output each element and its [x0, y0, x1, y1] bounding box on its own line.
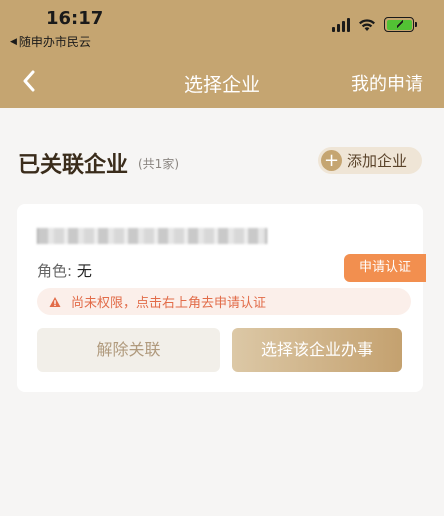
warning-icon	[49, 296, 61, 307]
add-company-button[interactable]: + 添加企业	[318, 147, 422, 174]
status-time: 16:17	[46, 8, 104, 29]
plus-icon: +	[321, 150, 342, 171]
wifi-icon	[359, 18, 375, 31]
my-applications-link[interactable]: 我的申请	[351, 70, 423, 96]
select-company-button[interactable]: 选择该企业办事	[232, 328, 402, 372]
battery-icon	[384, 17, 417, 32]
section-count: (共1家)	[138, 157, 179, 171]
permission-notice: 尚未权限，点击右上角去申请认证	[37, 288, 411, 315]
apply-certification-button[interactable]: 申请认证	[344, 254, 426, 282]
status-icons	[332, 17, 417, 32]
back-to-app-link[interactable]: ◀ 随申办市民云	[10, 33, 91, 50]
app-header: 16:17 ◀ 随申办市民云 选择企业 我的申请	[0, 0, 444, 108]
role-value: 无	[76, 262, 92, 280]
unlink-button[interactable]: 解除关联	[37, 328, 220, 372]
section-title: 已关联企业	[18, 153, 129, 178]
company-name-redacted	[37, 228, 267, 244]
notice-text: 尚未权限，点击右上角去申请认证	[71, 296, 267, 311]
add-company-label: 添加企业	[347, 152, 408, 170]
back-app-label: 随申办市民云	[18, 35, 91, 49]
company-card: 角色: 无 申请认证 尚未权限，点击右上角去申请认证 解除关联 选择该企业办事	[17, 204, 426, 392]
signal-icon	[332, 17, 350, 32]
role-row: 角色: 无	[37, 260, 92, 281]
back-triangle-icon: ◀	[10, 36, 17, 47]
role-label: 角色:	[37, 262, 73, 280]
